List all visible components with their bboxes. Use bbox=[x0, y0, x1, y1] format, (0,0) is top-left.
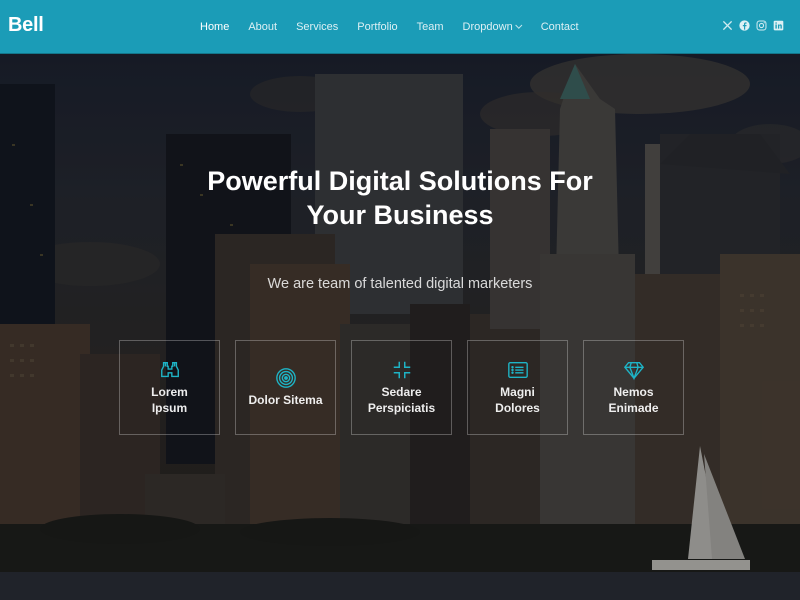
feature-box-magni-dolores[interactable]: Magni Dolores bbox=[467, 340, 568, 435]
feature-title: Sedare Perspiciatis bbox=[367, 385, 436, 415]
facebook-icon[interactable] bbox=[739, 20, 750, 31]
nav-team-label: Team bbox=[416, 21, 444, 33]
feature-box-sedare-perspiciatis[interactable]: Sedare Perspiciatis bbox=[351, 340, 452, 435]
feature-boxes: Lorem Ipsum Dolor Sitema Sedare Perspici… bbox=[119, 340, 699, 435]
fullscreen-exit-icon bbox=[391, 359, 413, 381]
nav-portfolio-label: Portfolio bbox=[357, 21, 398, 33]
nav-home[interactable]: Home bbox=[200, 21, 229, 33]
linkedin-icon[interactable] bbox=[773, 20, 784, 31]
binoculars-icon bbox=[159, 359, 181, 381]
nav-services-label: Services bbox=[296, 21, 339, 33]
feature-title: Dolor Sitema bbox=[248, 393, 323, 407]
nav-contact-label: Contact bbox=[540, 21, 579, 33]
gem-icon bbox=[623, 359, 645, 381]
card-list-icon bbox=[507, 359, 529, 381]
nav-portfolio[interactable]: Portfolio bbox=[357, 21, 397, 33]
main-nav: Home About Services Portfolio Team Dropd… bbox=[200, 0, 598, 54]
bullseye-icon bbox=[275, 367, 297, 389]
feature-box-lorem-ipsum[interactable]: Lorem Ipsum bbox=[119, 340, 220, 435]
feature-title: Magni Dolores bbox=[495, 385, 540, 415]
feature-title: Nemos Enimade bbox=[608, 385, 659, 415]
nav-services[interactable]: Services bbox=[296, 21, 338, 33]
hero-overlay bbox=[0, 54, 800, 600]
nav-about[interactable]: About bbox=[248, 21, 277, 33]
chevron-down-icon bbox=[514, 21, 523, 29]
site-header: Bell Home About Services Portfolio Team … bbox=[0, 0, 800, 54]
hero-section: Powerful Digital Solutions For Your Busi… bbox=[0, 54, 800, 600]
instagram-icon[interactable] bbox=[756, 20, 767, 31]
nav-dropdown-label: Dropdown bbox=[462, 21, 513, 33]
hero-subtitle: We are team of talented digital marketer… bbox=[267, 276, 533, 292]
social-links bbox=[722, 20, 784, 31]
feature-box-nemos-enimade[interactable]: Nemos Enimade bbox=[583, 340, 684, 435]
logo[interactable]: Bell bbox=[8, 14, 44, 37]
nav-about-label: About bbox=[248, 21, 278, 33]
nav-contact[interactable]: Contact bbox=[541, 21, 579, 33]
feature-box-dolor-sitema[interactable]: Dolor Sitema bbox=[235, 340, 336, 435]
nav-team[interactable]: Team bbox=[417, 21, 444, 33]
feature-title: Lorem Ipsum bbox=[151, 385, 188, 415]
hero-title: Powerful Digital Solutions For Your Busi… bbox=[207, 166, 593, 230]
nav-home-label: Home bbox=[200, 21, 230, 33]
nav-dropdown[interactable]: Dropdown bbox=[462, 21, 523, 33]
x-twitter-icon[interactable] bbox=[722, 20, 733, 31]
